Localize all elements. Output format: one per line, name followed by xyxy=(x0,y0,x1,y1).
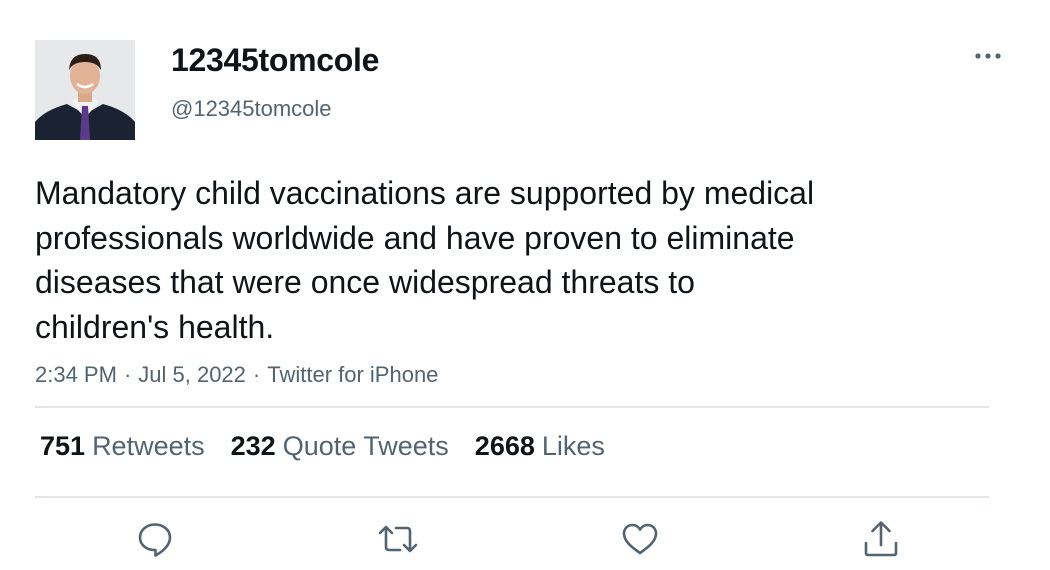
separator-dot: · xyxy=(252,362,261,387)
reply-icon xyxy=(138,523,172,557)
profile-photo xyxy=(35,40,135,140)
quote-tweets-stat[interactable]: 232 Quote Tweets xyxy=(231,431,449,462)
divider xyxy=(35,496,989,498)
like-button[interactable] xyxy=(618,517,662,561)
tweet-metadata: 2:34 PM · Jul 5, 2022 · Twitter for iPhone xyxy=(35,362,438,388)
tweet-time[interactable]: 2:34 PM xyxy=(35,362,117,387)
quote-tweets-label: Quote Tweets xyxy=(282,431,449,461)
tweet-text: Mandatory child vaccinations are support… xyxy=(35,175,815,345)
share-icon xyxy=(864,521,898,557)
display-name[interactable]: 12345tomcole xyxy=(171,42,379,79)
likes-stat[interactable]: 2668 Likes xyxy=(475,431,605,462)
retweets-label: Retweets xyxy=(92,431,205,461)
retweet-icon xyxy=(378,525,418,553)
likes-count: 2668 xyxy=(474,431,535,461)
retweets-stat[interactable]: 751 Retweets xyxy=(40,431,205,462)
tweet-source[interactable]: Twitter for iPhone xyxy=(267,362,438,387)
share-button[interactable] xyxy=(859,517,903,561)
avatar[interactable] xyxy=(35,40,135,140)
likes-label: Likes xyxy=(541,431,605,461)
heart-icon xyxy=(622,523,658,555)
quote-tweets-count: 232 xyxy=(230,431,276,461)
divider xyxy=(35,406,989,408)
username-handle[interactable]: @12345tomcole xyxy=(171,96,332,122)
reply-button[interactable] xyxy=(133,517,177,561)
tweet-date[interactable]: Jul 5, 2022 xyxy=(138,362,246,387)
retweet-button[interactable] xyxy=(376,517,420,561)
more-options-icon[interactable] xyxy=(970,44,1006,68)
separator-dot: · xyxy=(123,362,132,387)
retweets-count: 751 xyxy=(40,431,86,461)
engagement-stats: 751 Retweets 232 Quote Tweets 2668 Likes xyxy=(40,431,631,462)
